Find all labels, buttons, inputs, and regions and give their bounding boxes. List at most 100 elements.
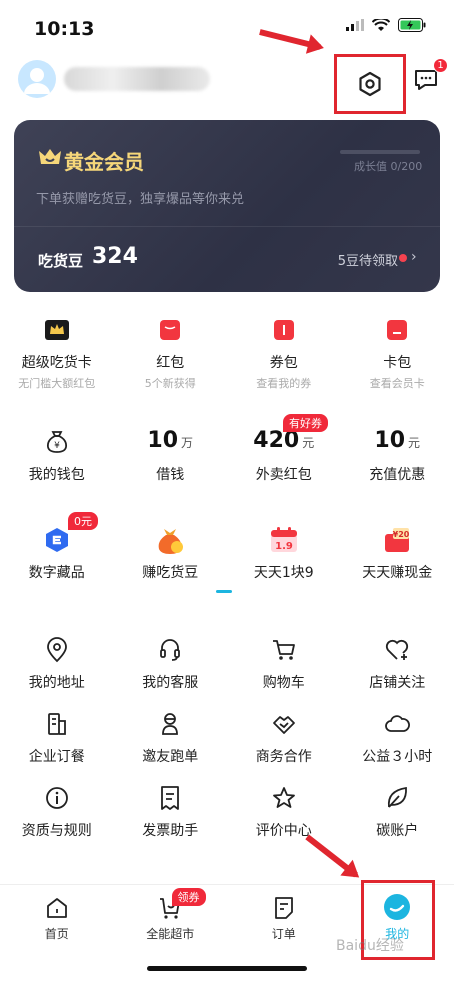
digital-collectible-icon [43, 526, 71, 554]
rider-icon [158, 710, 182, 738]
entry-sub: 5个新获得 [144, 377, 196, 390]
status-icons [346, 18, 426, 32]
star-icon [271, 784, 297, 812]
entry-shop-follow[interactable]: 店铺关注 [341, 636, 454, 692]
svg-text:¥20: ¥20 [393, 530, 410, 539]
entry-recharge[interactable]: 10 元 充值优惠 [341, 428, 454, 484]
service-row-2: 企业订餐 邀友跑单 商务合作 公益３小时 [0, 710, 454, 766]
entry-cart[interactable]: 购物车 [227, 636, 341, 692]
entry-red-packet[interactable]: 红包 5个新获得 [114, 316, 228, 391]
growth-label: 成长值 0/200 [354, 160, 423, 173]
entry-reviews[interactable]: 评价中心 [227, 784, 341, 840]
tab-label: 首页 [44, 927, 69, 941]
entry-label: 天天1块9 [253, 565, 314, 581]
member-title: 黄金会员 [64, 150, 144, 174]
cash-envelope-icon: ¥20 [382, 526, 412, 554]
entry-charity[interactable]: 公益３小时 [341, 710, 454, 766]
good-coupon-tag: 有好券 [283, 414, 328, 432]
handshake-icon [271, 710, 297, 738]
home-icon [46, 898, 67, 918]
wifi-icon [372, 18, 390, 31]
message-badge: 1 [433, 58, 448, 73]
recharge-unit: 元 [408, 436, 421, 450]
building-icon [45, 710, 69, 738]
entry-label: 我的客服 [142, 675, 199, 691]
username-blurred[interactable] [64, 67, 210, 91]
beans-value: 324 [92, 244, 138, 269]
entry-earn-beans[interactable]: 赚吃货豆 [114, 526, 228, 582]
beans-red-dot [399, 254, 407, 262]
svg-text:1.9: 1.9 [275, 541, 293, 552]
leaf-icon [385, 784, 409, 812]
cloud-heart-icon [384, 710, 411, 738]
page-indicator [216, 590, 232, 593]
entry-label: 商务合作 [255, 749, 312, 765]
entry-invite-rider[interactable]: 邀友跑单 [114, 710, 228, 766]
entry-label: 外卖红包 [255, 467, 312, 483]
service-row-3: 资质与规则 发票助手 评价中心 碳账户 [0, 784, 454, 840]
tab-home[interactable]: 首页 [0, 895, 114, 942]
crown-card-icon [44, 316, 70, 344]
avatar-person-icon [24, 68, 50, 94]
entry-label: 天天赚现金 [362, 565, 433, 581]
wallet-icon: ¥ [44, 428, 70, 456]
chevron-right-icon: › [411, 249, 417, 265]
entry-label: 公益３小时 [362, 749, 433, 765]
entry-label: 我的地址 [28, 675, 85, 691]
location-pin-icon [45, 636, 69, 664]
entry-address[interactable]: 我的地址 [0, 636, 114, 692]
service-row-1: 我的地址 我的客服 购物车 店铺关注 [0, 636, 454, 692]
entry-enterprise[interactable]: 企业订餐 [0, 710, 114, 766]
heart-plus-icon [384, 636, 410, 664]
entry-label: 超级吃货卡 [21, 355, 92, 371]
invoice-icon [159, 784, 181, 812]
gold-member-icon [39, 149, 61, 164]
order-icon [274, 897, 293, 919]
calendar-deal-icon: 1.9 [269, 526, 299, 554]
entry-business[interactable]: 商务合作 [227, 710, 341, 766]
home-indicator [147, 966, 307, 971]
takeout-unit: 元 [302, 436, 315, 450]
message-button[interactable]: 1 [410, 58, 448, 96]
entry-sub: 无门槛大额红包 [18, 377, 96, 390]
entry-label: 红包 [156, 355, 185, 371]
entry-daily-19[interactable]: 1.9 天天1块9 [227, 526, 341, 582]
headset-icon [158, 636, 182, 664]
settings-hex-icon [359, 71, 381, 97]
entry-label: 我的钱包 [28, 467, 85, 483]
beans-pending-link[interactable]: 5豆待领取 [338, 250, 398, 269]
entry-coupon[interactable]: 券包 查看我的券 [227, 316, 341, 391]
tab-orders[interactable]: 订单 [227, 895, 341, 942]
entry-wallet[interactable]: ¥ 我的钱包 [0, 428, 114, 484]
tab-supermarket[interactable]: 领券 全能超市 [114, 888, 228, 942]
entry-sub: 查看会员卡 [369, 377, 425, 390]
tab-label: 订单 [271, 927, 296, 941]
cards-row: 超级吃货卡 无门槛大额红包 红包 5个新获得 券包 查看我的券 卡包 查看会员卡 [0, 316, 454, 391]
entry-label: 券包 [269, 355, 298, 371]
entry-takeout-packet[interactable]: 有好券 420 元 外卖红包 [227, 414, 341, 484]
entry-carbon[interactable]: 碳账户 [341, 784, 454, 840]
entry-loan[interactable]: 10 万 借钱 [114, 428, 228, 484]
settings-button[interactable] [334, 54, 406, 114]
entry-label: 邀友跑单 [142, 749, 199, 765]
entry-label: 碳账户 [376, 823, 419, 839]
entry-service[interactable]: 我的客服 [114, 636, 228, 692]
entry-rules[interactable]: 资质与规则 [0, 784, 114, 840]
entry-super-card[interactable]: 超级吃货卡 无门槛大额红包 [0, 316, 114, 391]
cart-icon [271, 636, 297, 664]
entry-label: 企业订餐 [28, 749, 85, 765]
card-divider [14, 226, 440, 227]
entry-digital-collectible[interactable]: 0元 数字藏品 [0, 512, 114, 582]
entry-daily-cash[interactable]: ¥20 天天赚现金 [341, 526, 454, 582]
entry-label: 赚吃货豆 [142, 565, 199, 581]
info-icon [45, 784, 69, 812]
member-description: 下单获赠吃货豆，独享爆品等你来兑 [36, 192, 245, 207]
watermark: Baidu经验 [336, 938, 404, 954]
entry-label: 卡包 [383, 355, 412, 371]
avatar[interactable] [18, 60, 56, 98]
svg-text:¥: ¥ [54, 441, 60, 451]
entry-card-wallet[interactable]: 卡包 查看会员卡 [341, 316, 454, 391]
entry-invoice[interactable]: 发票助手 [114, 784, 228, 840]
status-time: 10:13 [34, 18, 95, 40]
loan-unit: 万 [181, 436, 194, 450]
